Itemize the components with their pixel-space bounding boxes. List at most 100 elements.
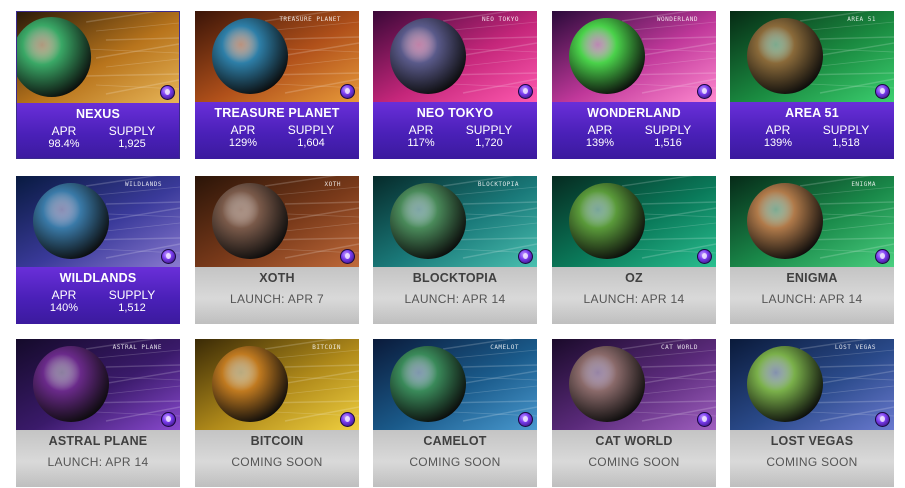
supply-value: 1,604 xyxy=(297,137,325,149)
supply-stat: SUPPLY 1,604 xyxy=(277,123,345,150)
launch-date-label: LAUNCH: APR 14 xyxy=(761,292,863,306)
planet-watermark-label: AREA 51 xyxy=(847,16,876,23)
planet-image: XOTH xyxy=(195,176,359,267)
planet-stats: APR 140% SUPPLY 1,512 xyxy=(16,289,180,315)
apr-stat: APR 140% xyxy=(30,289,98,315)
planet-info-panel: LOST VEGAS COMING SOON xyxy=(730,430,894,487)
planet-watermark-label: ENIGMA xyxy=(851,181,876,188)
apr-stat: APR 117% xyxy=(387,123,455,150)
coming-soon-label: COMING SOON xyxy=(766,455,858,469)
supply-stat: SUPPLY 1,512 xyxy=(98,289,166,315)
token-coin-icon xyxy=(875,412,890,427)
token-coin-icon xyxy=(518,84,533,99)
planet-watermark-label: BITCOIN xyxy=(312,344,341,351)
planet-name: NEXUS xyxy=(75,107,121,121)
planet-card-neo-tokyo[interactable]: NEO TOKYO NEO TOKYO APR 117% SUPPLY 1,720 xyxy=(373,11,537,159)
coming-soon-label: COMING SOON xyxy=(588,455,680,469)
apr-label: APR xyxy=(230,123,256,137)
planet-watermark-label: BLOCKTOPIA xyxy=(477,181,519,188)
token-coin-icon xyxy=(160,85,175,100)
planet-image: NEO TOKYO xyxy=(373,11,537,102)
planet-card-enigma[interactable]: ENIGMA ENIGMA LAUNCH: APR 14 xyxy=(730,176,894,324)
planet-info-panel: WILDLANDS APR 140% SUPPLY 1,512 xyxy=(16,267,180,324)
planet-card-wildlands[interactable]: WILDLANDS WILDLANDS APR 140% SUPPLY 1,512 xyxy=(16,176,180,324)
planet-watermark-label: ASTRAL PLANE xyxy=(112,344,162,351)
planet-card-oz[interactable]: OZ LAUNCH: APR 14 xyxy=(552,176,716,324)
token-coin-icon xyxy=(161,249,176,264)
token-coin-icon xyxy=(697,249,712,264)
apr-label: APR xyxy=(765,123,791,137)
planet-info-panel: ENIGMA LAUNCH: APR 14 xyxy=(730,267,894,324)
planet-card-camelot[interactable]: CAMELOT CAMELOT COMING SOON xyxy=(373,339,537,487)
planet-watermark-label: LOST VEGAS xyxy=(834,344,876,351)
supply-stat: SUPPLY 1,720 xyxy=(455,124,523,150)
supply-label: SUPPLY xyxy=(287,123,335,137)
token-coin-icon xyxy=(161,412,176,427)
apr-stat: APR 129% xyxy=(209,123,277,150)
apr-value: 117% xyxy=(407,137,435,149)
planet-watermark-label: CAMELOT xyxy=(490,344,519,351)
planet-card-bitcoin[interactable]: BITCOIN BITCOIN COMING SOON xyxy=(195,339,359,487)
planet-info-panel: BITCOIN COMING SOON xyxy=(195,430,359,487)
launch-date-label: LAUNCH: APR 7 xyxy=(230,292,324,306)
planet-image: CAMELOT xyxy=(373,339,537,430)
planet-stats: APR 129% SUPPLY 1,604 xyxy=(195,123,359,150)
planet-info-panel: AREA 51 APR 139% SUPPLY 1,518 xyxy=(730,102,894,159)
planet-card-xoth[interactable]: XOTH XOTH LAUNCH: APR 7 xyxy=(195,176,359,324)
planet-watermark-label: CAT WORLD xyxy=(660,344,698,351)
token-coin-icon xyxy=(518,412,533,427)
planet-name: ASTRAL PLANE xyxy=(48,434,148,448)
planet-name: WONDERLAND xyxy=(587,106,681,120)
planet-card-astral-plane[interactable]: ASTRAL PLANE ASTRAL PLANE LAUNCH: APR 14 xyxy=(16,339,180,487)
planet-card-lost-vegas[interactable]: LOST VEGAS LOST VEGAS COMING SOON xyxy=(730,339,894,487)
planet-card-area-51[interactable]: AREA 51 AREA 51 APR 139% SUPPLY 1,518 xyxy=(730,11,894,159)
supply-value: 1,925 xyxy=(118,138,146,150)
planet-name: WILDLANDS xyxy=(59,271,137,285)
planet-info-panel: TREASURE PLANET APR 129% SUPPLY 1,604 xyxy=(195,102,359,159)
planet-image: ENIGMA xyxy=(730,176,894,267)
apr-value: 140% xyxy=(49,302,79,314)
planet-card-treasure-planet[interactable]: TREASURE PLANET TREASURE PLANET APR 129% SUP… xyxy=(195,11,359,159)
planet-card-wonderland[interactable]: WONDERLAND WONDERLAND APR 139% SUPPLY 1,516 xyxy=(552,11,716,159)
supply-label: SUPPLY xyxy=(644,123,692,137)
planet-image: BITCOIN xyxy=(195,339,359,430)
supply-stat: SUPPLY 1,518 xyxy=(812,124,880,150)
apr-value: 129% xyxy=(228,137,258,149)
planet-image xyxy=(552,176,716,267)
planet-name: CAMELOT xyxy=(423,434,487,448)
planet-card-cat-world[interactable]: CAT WORLD CAT WORLD COMING SOON xyxy=(552,339,716,487)
token-coin-icon xyxy=(697,412,712,427)
planet-image: WILDLANDS xyxy=(16,176,180,267)
planet-info-panel: NEXUS APR 98.4% SUPPLY 1,925 xyxy=(17,103,179,158)
planet-card-blocktopia[interactable]: BLOCKTOPIA BLOCKTOPIA LAUNCH: APR 14 xyxy=(373,176,537,324)
apr-stat: APR 139% xyxy=(744,123,812,150)
planet-watermark-label: WILDLANDS xyxy=(124,181,162,188)
launch-date-label: LAUNCH: APR 14 xyxy=(583,292,685,306)
planet-image: BLOCKTOPIA xyxy=(373,176,537,267)
planet-name: OZ xyxy=(625,271,643,285)
planet-card-nexus[interactable]: NEXUS APR 98.4% SUPPLY 1,925 xyxy=(16,11,180,159)
planet-info-panel: OZ LAUNCH: APR 14 xyxy=(552,267,716,324)
coming-soon-label: COMING SOON xyxy=(409,455,501,469)
planet-stats: APR 117% SUPPLY 1,720 xyxy=(373,123,537,150)
apr-label: APR xyxy=(408,123,434,137)
supply-value: 1,516 xyxy=(654,137,682,149)
planet-info-panel: XOTH LAUNCH: APR 7 xyxy=(195,267,359,324)
planet-watermark-label: WONDERLAND xyxy=(656,16,698,23)
planet-name: ENIGMA xyxy=(786,271,838,285)
planet-info-panel: CAMELOT COMING SOON xyxy=(373,430,537,487)
planet-info-panel: ASTRAL PLANE LAUNCH: APR 14 xyxy=(16,430,180,487)
planet-name: BLOCKTOPIA xyxy=(412,271,498,285)
planet-image: ASTRAL PLANE xyxy=(16,339,180,430)
coming-soon-label: COMING SOON xyxy=(231,455,323,469)
planet-name: TREASURE PLANET xyxy=(214,106,340,120)
token-coin-icon xyxy=(340,249,355,264)
planet-stats: APR 139% SUPPLY 1,518 xyxy=(730,123,894,150)
apr-value: 98.4% xyxy=(48,138,80,150)
planet-stats: APR 139% SUPPLY 1,516 xyxy=(552,123,716,150)
token-coin-icon xyxy=(518,249,533,264)
launch-date-label: LAUNCH: APR 14 xyxy=(47,455,149,469)
supply-value: 1,512 xyxy=(118,302,146,314)
apr-value: 139% xyxy=(763,137,793,149)
planet-image: WONDERLAND xyxy=(552,11,716,102)
